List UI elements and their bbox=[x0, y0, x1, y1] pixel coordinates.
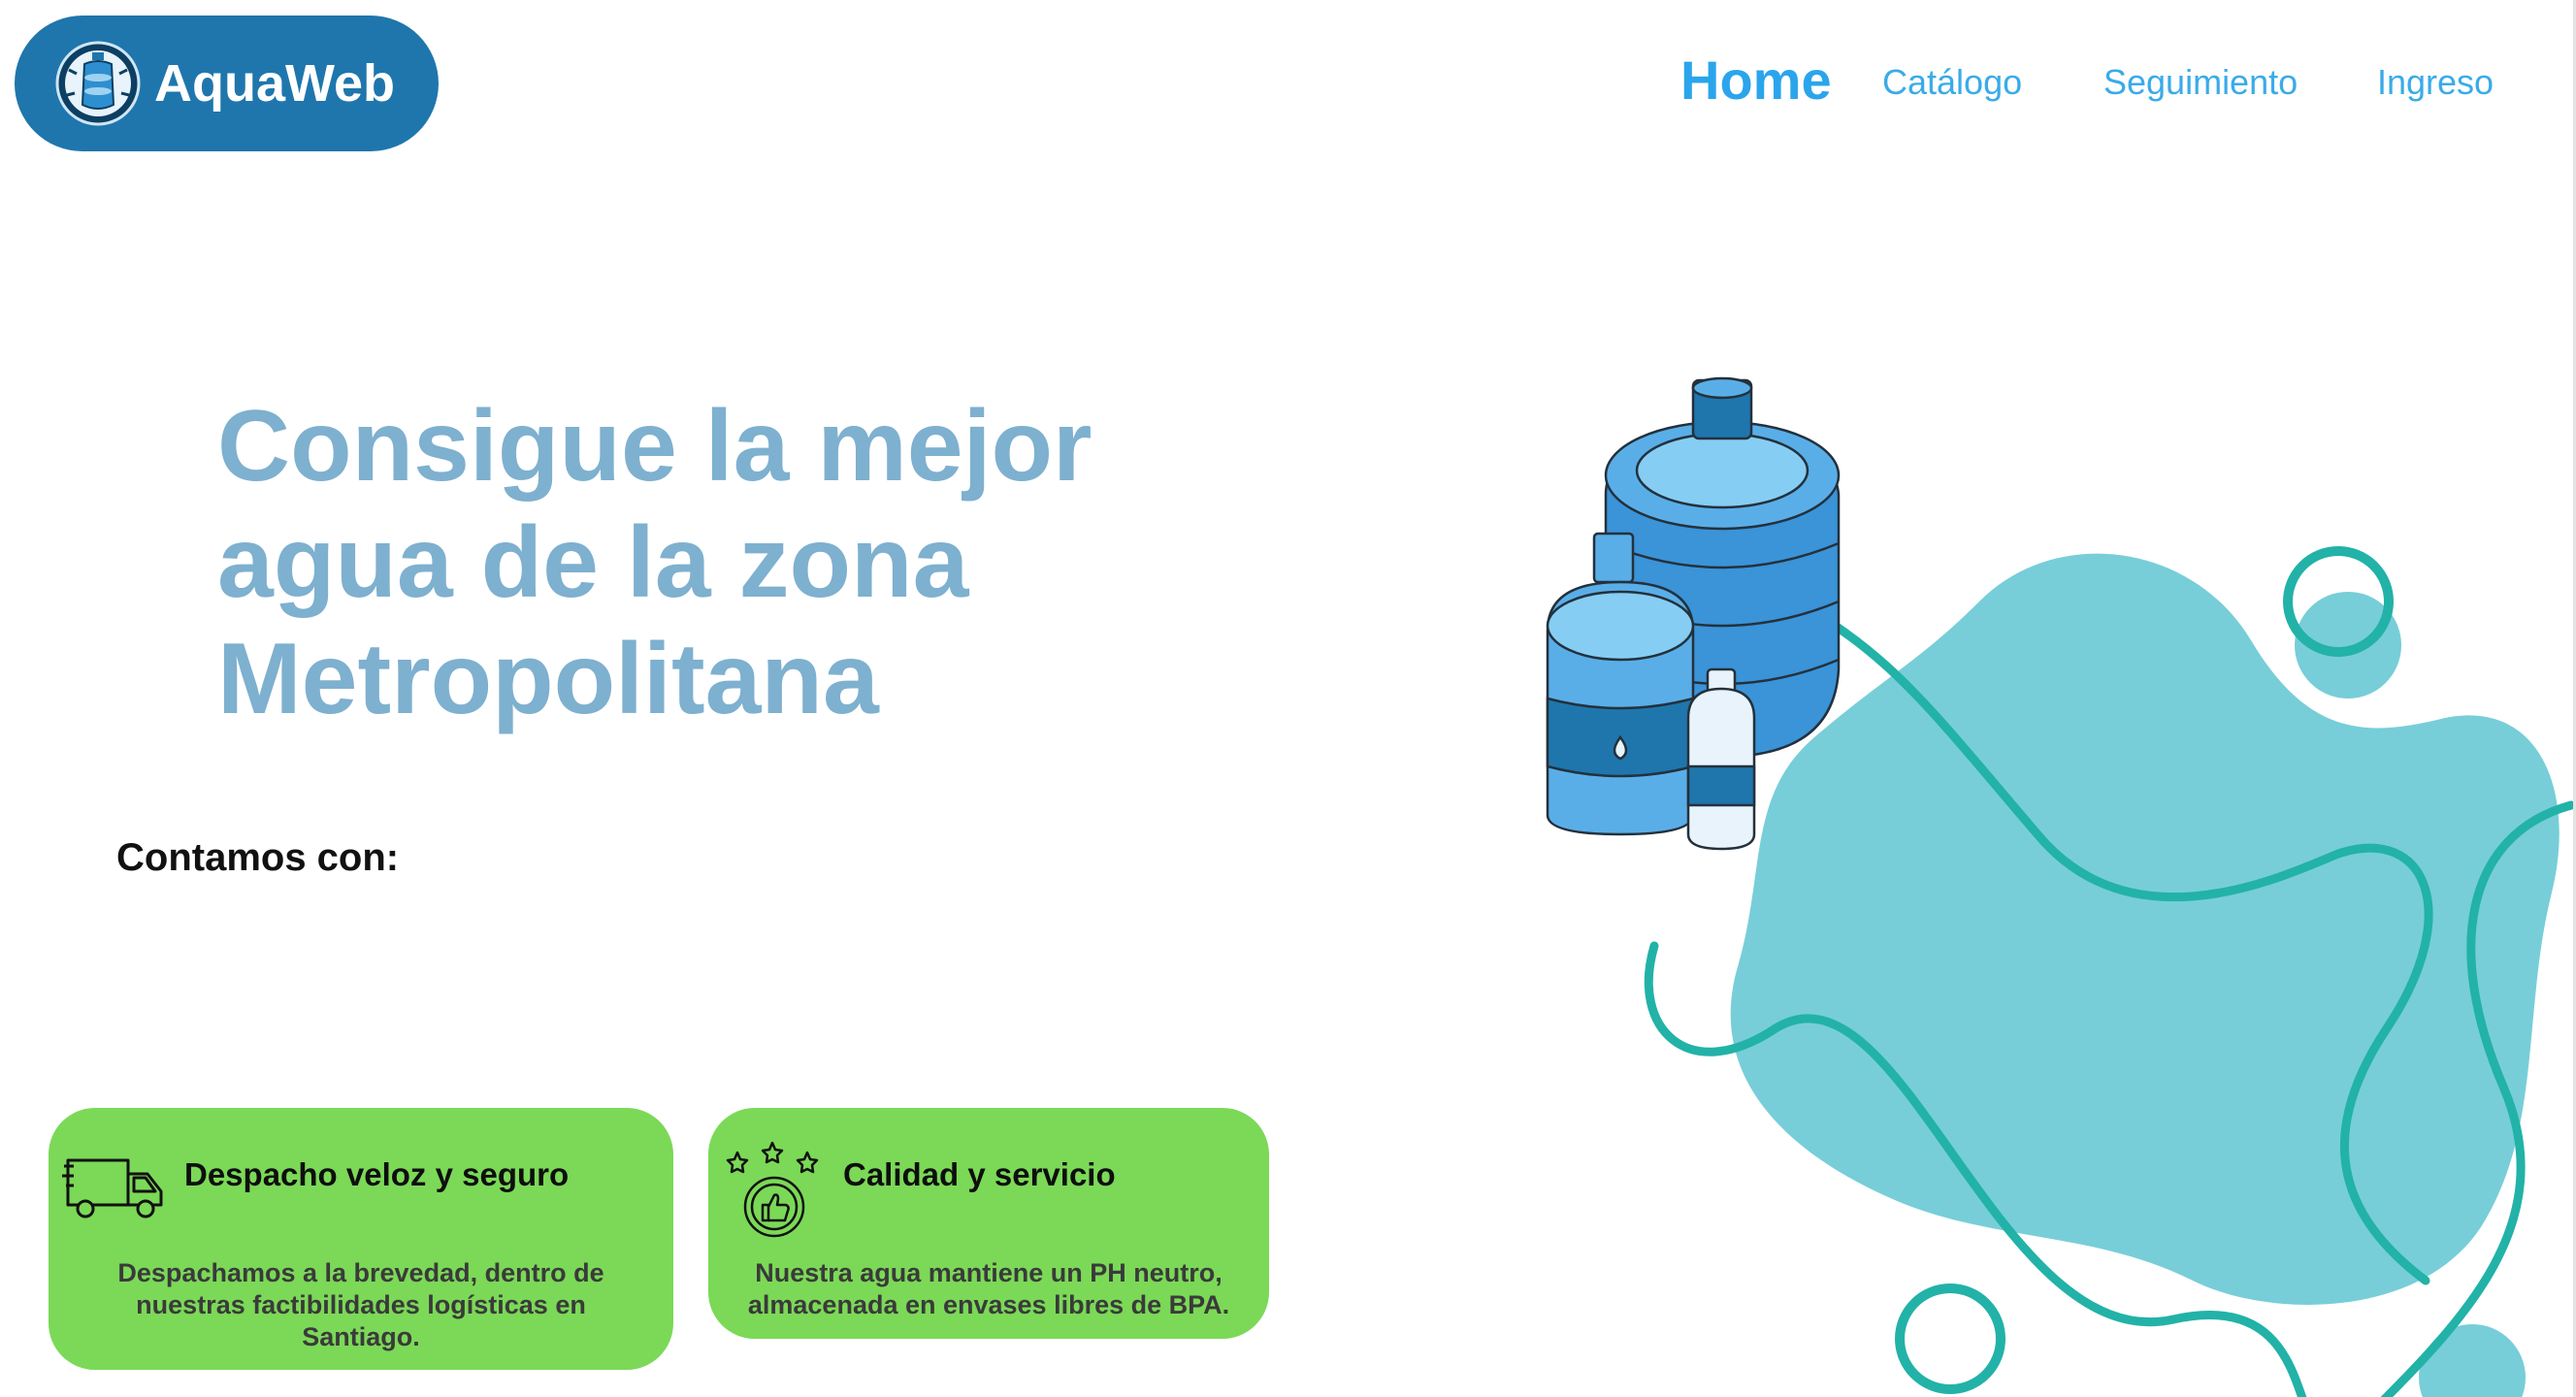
delivery-truck-icon bbox=[62, 1158, 163, 1218]
decorative-blob bbox=[1730, 553, 2560, 1305]
small-water-bottle bbox=[1686, 667, 1756, 851]
hero-title-line: Metropolitana bbox=[217, 623, 879, 735]
nav-link-seguimiento[interactable]: Seguimiento bbox=[2103, 62, 2298, 103]
feature-card-delivery: Despacho veloz y seguro Despachamos a la… bbox=[49, 1108, 673, 1370]
feature-card-description: Nuestra agua mantiene un PH neutro, alma… bbox=[747, 1258, 1230, 1319]
thumbs-up-stars-icon bbox=[726, 1141, 819, 1238]
decorative-dot bbox=[2419, 1324, 2526, 1397]
water-bottles-illustration bbox=[1546, 376, 2576, 1397]
feature-card-quality: Calidad y servicio Nuestra agua mantiene… bbox=[708, 1108, 1269, 1339]
nav-link-catalogo[interactable]: Catálogo bbox=[1882, 62, 2022, 103]
hero-title: Consigue la mejor agua de la zona Metrop… bbox=[217, 388, 1285, 737]
feature-card-title: Despacho veloz y seguro bbox=[184, 1156, 570, 1192]
feature-card-description: Despachamos a la brevedad, dentro de nue… bbox=[117, 1258, 604, 1351]
hero-title-line: Consigue la mejor bbox=[217, 390, 1092, 503]
hero-title-line: agua de la zona bbox=[217, 506, 969, 619]
features-heading: Contamos con: bbox=[116, 836, 400, 879]
nav-link-ingreso[interactable]: Ingreso bbox=[2377, 62, 2494, 103]
main-nav: Home Catálogo Seguimiento Ingreso bbox=[0, 39, 2576, 126]
feature-card-title: Calidad y servicio bbox=[843, 1156, 1116, 1192]
decorative-ring bbox=[1895, 1283, 2005, 1394]
nav-link-home[interactable]: Home bbox=[1680, 49, 1832, 112]
landing-page: AquaWeb Home Catálogo Seguimiento Ingres… bbox=[0, 0, 2576, 1397]
